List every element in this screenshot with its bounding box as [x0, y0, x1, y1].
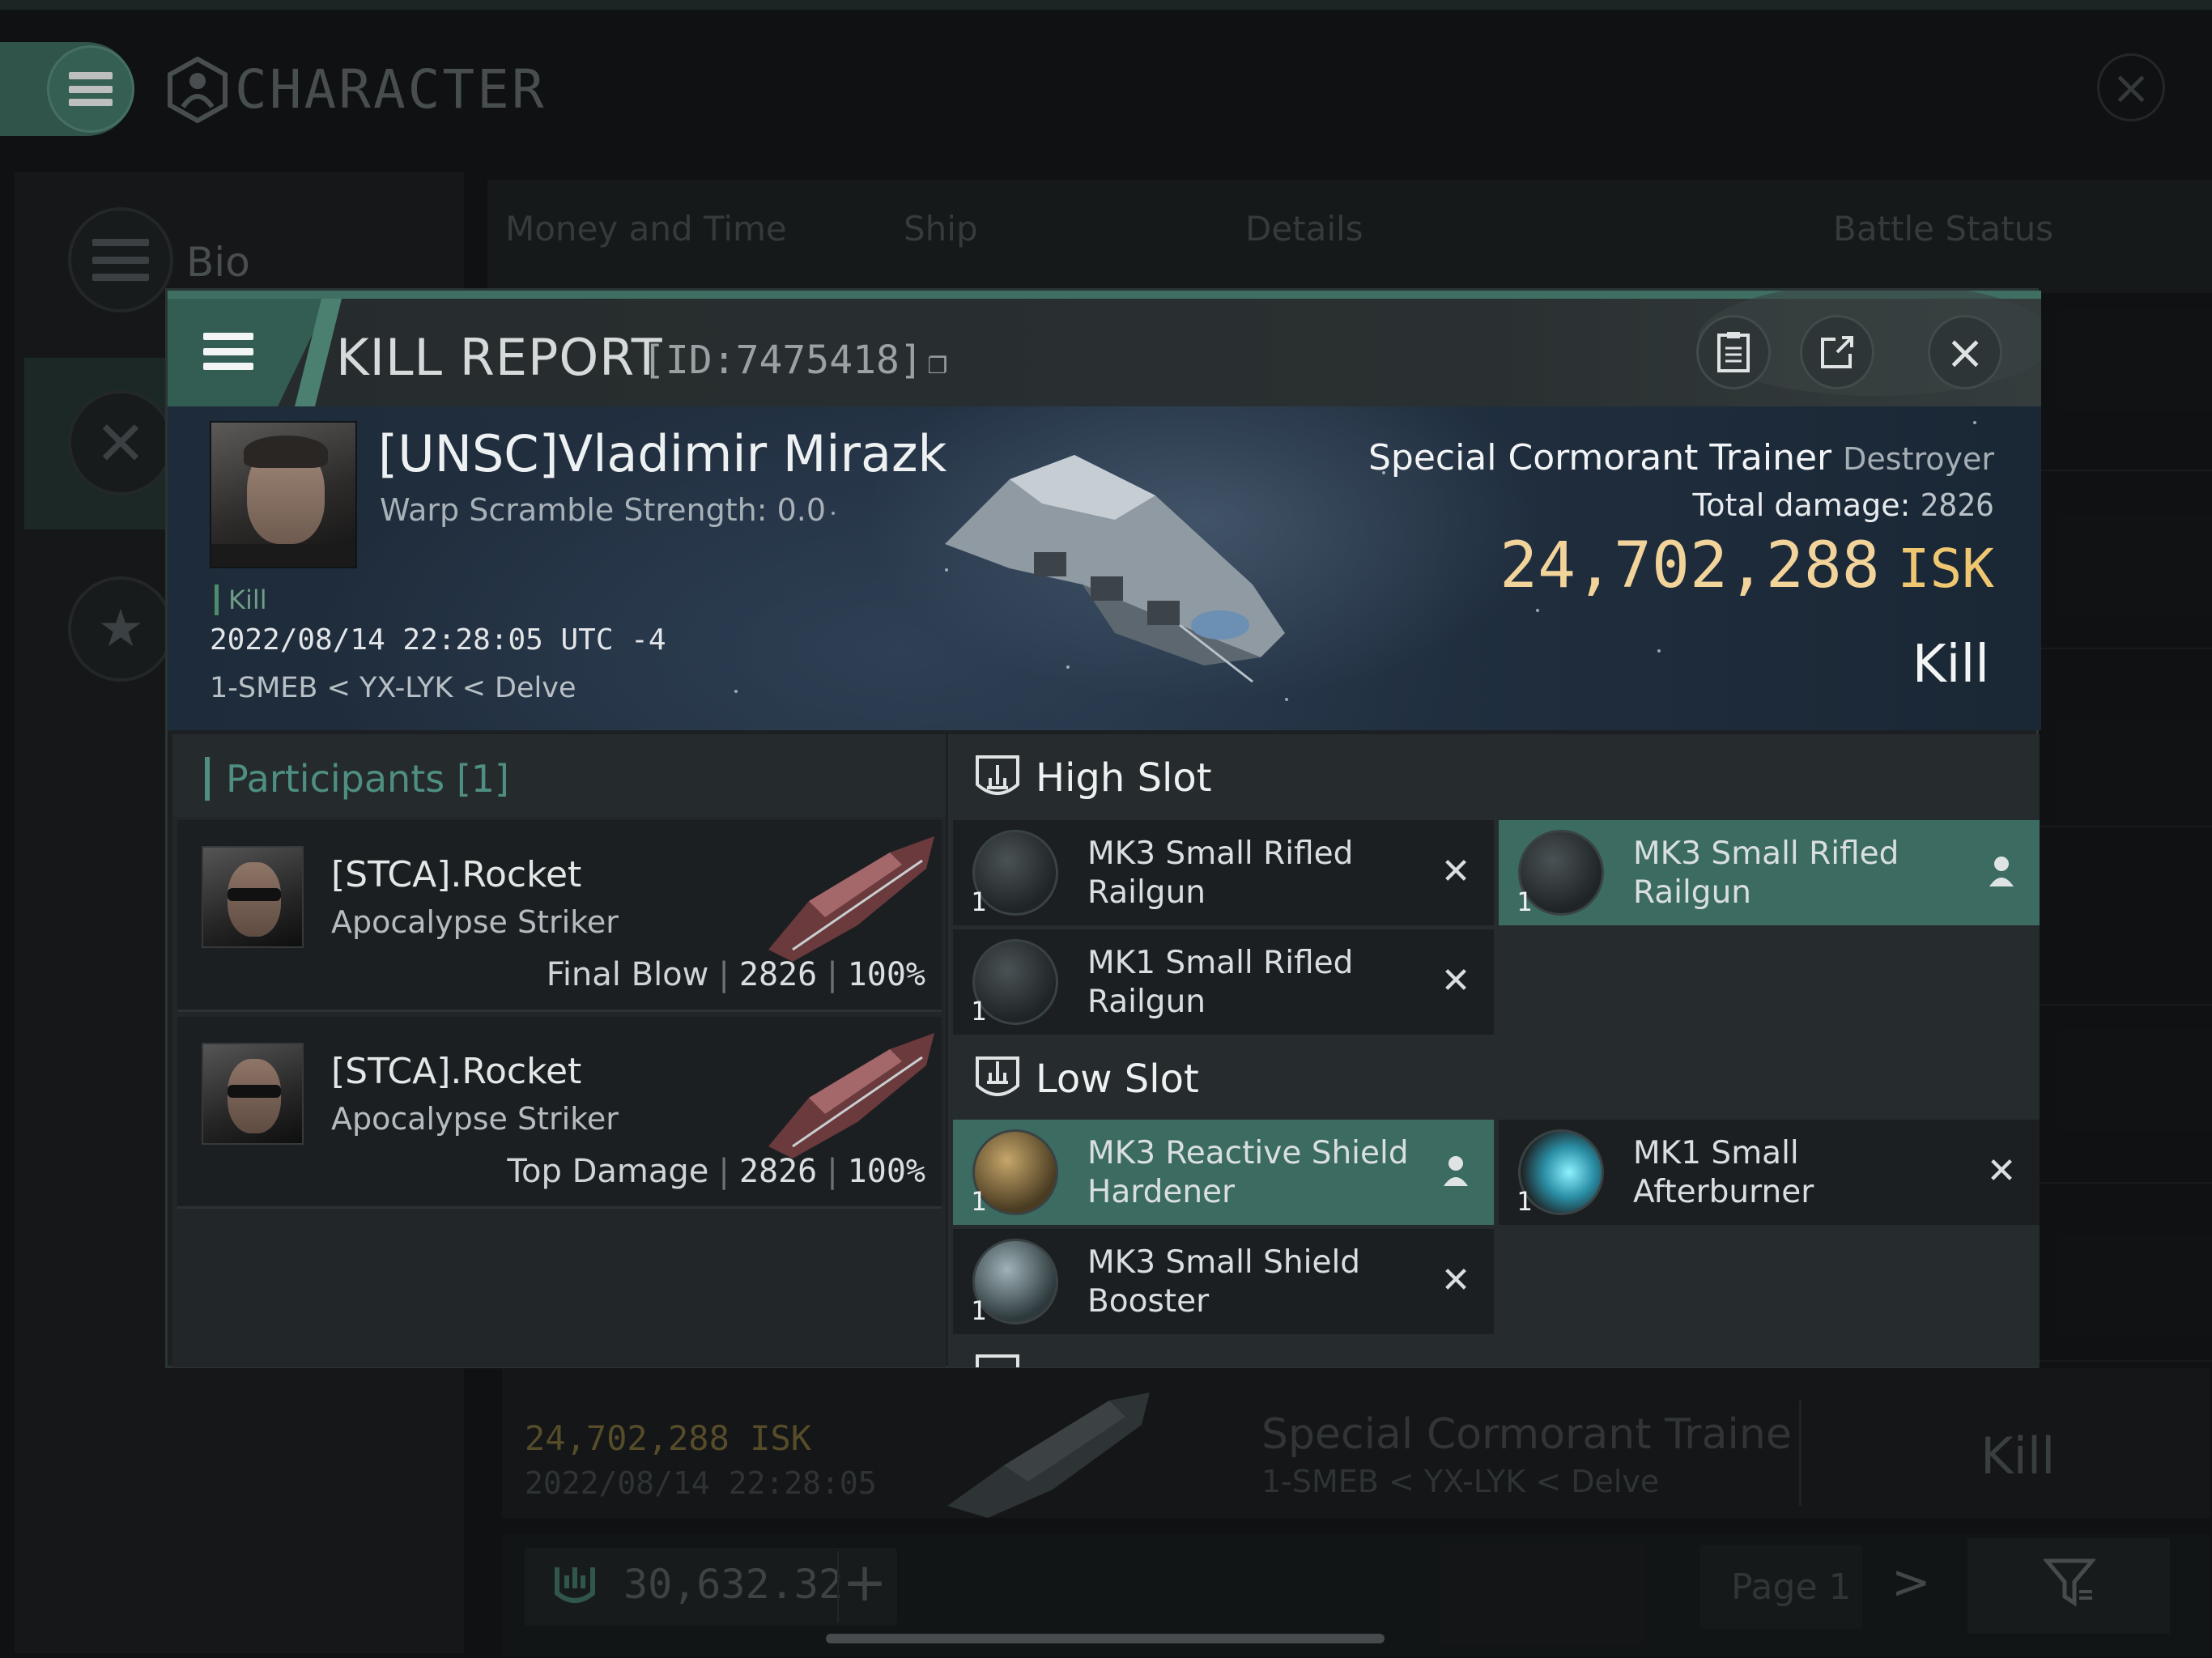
- victim-summary: [UNSC]Vladimir Mirazk Warp Scramble Stre…: [168, 406, 2041, 730]
- module-name: MK3 Small Rifled Railgun: [1633, 835, 1899, 911]
- clipboard-button[interactable]: [1696, 315, 1771, 389]
- module-item[interactable]: 1 MK3 Reactive Shield Hardener: [953, 1120, 1494, 1225]
- module-name: MK3 Small Shield Booster: [1087, 1244, 1361, 1320]
- destroyed-icon: ✕: [1986, 1150, 2017, 1192]
- participant-row[interactable]: [STCA].Rocket Apocalypse Striker Final B…: [177, 820, 942, 1012]
- share-button[interactable]: [1800, 315, 1874, 389]
- module-quantity: 1: [1516, 1186, 1533, 1217]
- destroyed-icon: ✕: [1440, 850, 1471, 892]
- hamburger-icon: [203, 333, 253, 370]
- participant-stats: Top Damage | 2826 | 100%: [507, 1153, 925, 1190]
- module-quantity: 1: [971, 996, 987, 1027]
- module-name: MK1 Small Rifled Railgun: [1087, 945, 1354, 1020]
- participant-name: [STCA].Rocket: [331, 1051, 582, 1092]
- victim-name[interactable]: [UNSC]Vladimir Mirazk: [378, 424, 946, 483]
- slot-title: Low Slot: [1036, 1056, 1199, 1102]
- kill-id[interactable]: [ID:7475418] ❐: [642, 338, 947, 383]
- module-item[interactable]: 1 MK3 Small Shield Booster ✕: [953, 1229, 1494, 1334]
- high-slot-header: High Slot: [948, 734, 2040, 818]
- copy-icon[interactable]: ❐: [928, 344, 947, 381]
- low-slot-icon: [976, 1056, 1019, 1096]
- module-quantity: 1: [971, 1186, 987, 1217]
- kill-tag: Kill: [215, 585, 267, 615]
- ship-class: Destroyer: [1843, 441, 1994, 477]
- victim-ship-image: [945, 455, 1285, 683]
- module-item[interactable]: 1 MK1 Small Rifled Railgun ✕: [953, 929, 1494, 1035]
- destroyed-icon: ✕: [1440, 1259, 1471, 1301]
- kill-report-dialog: KILL REPORT [ID:7475418] ❐ × [UNSC]Vladim…: [165, 288, 2041, 1368]
- participant-ship: Apocalypse Striker: [331, 904, 619, 940]
- total-damage: Total damage: 2826: [1692, 487, 1994, 523]
- module-name: MK3 Reactive Shield Hardener: [1087, 1135, 1409, 1210]
- participant-portrait[interactable]: [202, 846, 304, 948]
- clipboard-icon: [1717, 332, 1750, 372]
- person-icon: [1444, 1156, 1468, 1186]
- person-icon: [1989, 857, 2014, 886]
- close-icon: ×: [1945, 325, 1985, 380]
- dialog-title: KILL REPORT: [336, 328, 663, 387]
- kill-datetime: 2022/08/14 22:28:05 UTC -4: [210, 623, 666, 657]
- participant-portrait[interactable]: [202, 1043, 304, 1145]
- participants-title: Participants [1]: [205, 757, 509, 801]
- participant-ship-image: [768, 836, 934, 962]
- module-item[interactable]: 1 MK3 Small Rifled Railgun: [1499, 820, 2040, 925]
- participant-stats: Final Blow | 2826 | 100%: [546, 956, 925, 993]
- kill-location[interactable]: 1-SMEB < YX-LYK < Delve: [210, 672, 576, 704]
- slot-title: High Slot: [1036, 755, 1212, 801]
- close-dialog-button[interactable]: ×: [1928, 315, 2002, 389]
- module-item[interactable]: 1 MK3 Small Rifled Railgun ✕: [953, 820, 1494, 925]
- mid-slot-icon: [976, 1354, 1019, 1367]
- victim-ship-name[interactable]: Special Cormorant Trainer Destroyer: [1368, 437, 1994, 478]
- module-quantity: 1: [971, 886, 987, 917]
- participants-header: Participants [1]: [172, 734, 946, 817]
- warp-scramble-strength: Warp Scramble Strength: 0.0: [380, 492, 827, 528]
- participant-ship: Apocalypse Striker: [331, 1101, 619, 1137]
- participant-name: [STCA].Rocket: [331, 854, 582, 895]
- module-quantity: 1: [971, 1295, 987, 1326]
- isk-value: 24,702,288 ISK: [1499, 529, 1994, 602]
- low-slot-header: Low Slot: [948, 1035, 2040, 1120]
- fitting-panel: High Slot 1 MK3 Small Rifled Railgun ✕ 1…: [948, 734, 2040, 1367]
- module-item[interactable]: 1 MK1 Small Afterburner ✕: [1499, 1120, 2040, 1225]
- module-quantity: 1: [1516, 886, 1533, 917]
- high-slot-icon: [976, 755, 1019, 795]
- kill-result: Kill: [1912, 635, 1989, 695]
- module-name: MK1 Small Afterburner: [1633, 1135, 1814, 1210]
- participant-row[interactable]: [STCA].Rocket Apocalypse Striker Top Dam…: [177, 1017, 942, 1209]
- participants-panel: Participants [1] [STCA].Rocket Apocalyps…: [172, 734, 946, 1367]
- participant-ship-image: [768, 1033, 934, 1158]
- victim-portrait[interactable]: [210, 421, 357, 568]
- share-icon: [1821, 336, 1853, 368]
- module-name: MK3 Small Rifled Railgun: [1087, 835, 1354, 911]
- destroyed-icon: ✕: [1440, 959, 1471, 1001]
